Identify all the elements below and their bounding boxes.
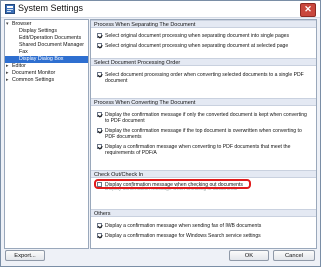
checkbox[interactable] <box>97 233 102 238</box>
system-settings-window: System Settings ✕ ▾ Browser Display Settin… <box>0 0 321 267</box>
window-title: System Settings <box>18 3 84 13</box>
option-checkout-confirm[interactable]: Display confirmation message when checki… <box>97 182 311 188</box>
tree-item[interactable]: ▾ Browser <box>5 21 88 28</box>
option-top-overwritten[interactable]: Display the confirmation message if the … <box>97 128 311 140</box>
export-button[interactable]: Export... <box>5 250 45 261</box>
tree-item-label: Browser <box>12 21 32 27</box>
tree-item-label: Edit/Operation Documents <box>19 35 82 41</box>
close-icon[interactable]: ✕ <box>300 3 316 17</box>
option-separate-selected-page[interactable]: Select original document processing when… <box>97 43 311 49</box>
checkbox[interactable] <box>97 144 102 149</box>
option-separate-single-pages[interactable]: Select original document processing when… <box>97 33 311 39</box>
tree-item-label: Fax <box>19 49 28 55</box>
tree-item-label: Document Monitor <box>12 70 56 76</box>
cancel-button[interactable]: Cancel <box>273 250 315 261</box>
checkbox[interactable] <box>97 128 102 133</box>
section-header-order: Select Document Processing Order <box>91 58 316 66</box>
section-header-checkout: Check Out/Check In <box>91 170 316 178</box>
checkbox[interactable] <box>97 112 102 117</box>
settings-app-icon <box>5 4 15 14</box>
checkbox[interactable] <box>97 33 102 38</box>
tree-item[interactable]: Display Settings <box>5 28 88 35</box>
checkbox[interactable] <box>97 43 102 48</box>
section-header-separating: Process When Separating The Document <box>91 20 316 28</box>
option-converted-kept[interactable]: Display the confirmation message if only… <box>97 112 311 124</box>
tree-item[interactable]: ▸ Common Settings <box>5 77 88 84</box>
tree-item[interactable]: Edit/Operation Documents <box>5 35 88 42</box>
tree-item[interactable]: Shared Document Manager <box>5 42 88 49</box>
tree-item-label: Display Settings <box>19 28 57 34</box>
settings-panel: Process When Separating The Document Sel… <box>90 19 317 249</box>
checkbox[interactable] <box>97 223 102 228</box>
option-fax-iwb[interactable]: Display a confirmation message when send… <box>97 223 311 229</box>
option-pdfa-requirements[interactable]: Display a confirmation message when conv… <box>97 144 311 156</box>
tree-item[interactable]: ▸ Document Monitor <box>5 70 88 77</box>
tree-item-label: Editor <box>12 63 26 69</box>
tree-item[interactable]: ▸ Editor <box>5 63 88 70</box>
option-processing-order[interactable]: Select document processing order when co… <box>97 72 311 84</box>
ok-button[interactable]: OK <box>229 250 269 261</box>
option-windows-search[interactable]: Display a confirmation message for Windo… <box>97 233 311 239</box>
tree-item[interactable]: Display Dialog Box <box>5 56 88 63</box>
checkbox[interactable] <box>97 182 102 187</box>
tree-item-label: Display Dialog Box <box>19 56 64 62</box>
tree-item[interactable]: Fax <box>5 49 88 56</box>
tree-item-label: Shared Document Manager <box>19 42 85 48</box>
checkbox[interactable] <box>97 72 102 77</box>
section-header-converting: Process When Converting The Document <box>91 98 316 106</box>
section-header-others: Others <box>91 209 316 217</box>
title-bar: System Settings ✕ <box>1 1 320 18</box>
tree-item-label: Common Settings <box>12 77 55 83</box>
settings-tree[interactable]: ▾ Browser Display Settings Edit/Operation D… <box>4 19 89 249</box>
